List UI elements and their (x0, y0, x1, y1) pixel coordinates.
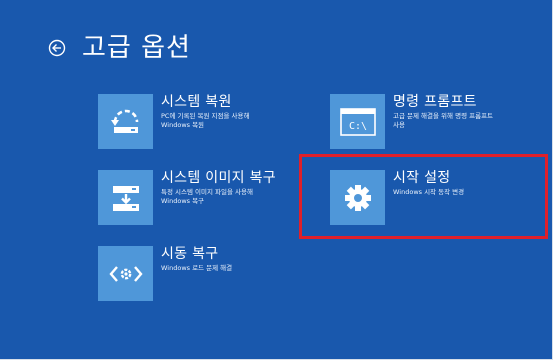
option-title: 시작 설정 (393, 170, 451, 186)
system-restore-icon (110, 109, 138, 133)
option-text: 시스템 복원 PC에 기록된 복원 지점을 사용해 Windows 복원 (161, 94, 279, 130)
option-description-line: PC에 기록된 복원 지점을 사용해 (161, 112, 250, 120)
option-tile (98, 246, 153, 301)
option-text: 명령 프롬프트 고급 문제 해결을 위해 명령 프롬프트 사용 (393, 94, 511, 130)
option-description-line: Windows 복구 (161, 197, 205, 205)
option-tile: C:\ (330, 94, 385, 149)
option-description-line: 특정 시스템 이미지 파일을 사용해 (161, 188, 253, 196)
option-description-line: Windows 복원 (161, 121, 205, 129)
startup-repair-icon (108, 265, 143, 282)
option-description-line: Windows 로드 문제 해결 (161, 264, 233, 272)
option-description-line: 고급 문제 해결을 위해 명령 프롬프트 (393, 112, 494, 120)
option-title: 시스템 복원 (161, 94, 232, 110)
option-description: 특정 시스템 이미지 파일을 사용해 Windows 복구 (161, 188, 279, 206)
option-system-image-recovery[interactable]: 시스템 이미지 복구 특정 시스템 이미지 파일을 사용해 Windows 복구 (98, 170, 279, 225)
option-description-line: Windows 시작 동작 변경 (393, 188, 465, 196)
header: 고급 옵션 (48, 30, 191, 66)
option-title: 시스템 이미지 복구 (161, 170, 276, 186)
option-description-line: 사용 (393, 121, 405, 129)
command-prompt-icon: C:\ (339, 107, 376, 136)
option-tile (330, 170, 385, 225)
command-prompt-icon-text: C:\ (348, 121, 366, 132)
back-button[interactable] (48, 39, 66, 57)
option-description: Windows 시작 동작 변경 (393, 188, 511, 197)
option-description: PC에 기록된 복원 지점을 사용해 Windows 복원 (161, 112, 279, 130)
option-command-prompt[interactable]: C:\ 명령 프롬프트 고급 문제 해결을 위해 명령 프롬프트 사용 (330, 94, 511, 149)
back-arrow-icon (48, 39, 66, 57)
option-tile (98, 94, 153, 149)
option-description: 고급 문제 해결을 위해 명령 프롬프트 사용 (393, 112, 511, 130)
option-text: 시스템 이미지 복구 특정 시스템 이미지 파일을 사용해 Windows 복구 (161, 170, 279, 206)
gear-icon (344, 184, 371, 211)
option-tile (98, 170, 153, 225)
option-title: 명령 프롬프트 (393, 94, 477, 110)
option-text: 시동 복구 Windows 로드 문제 해결 (161, 246, 279, 273)
option-startup-settings[interactable]: 시작 설정 Windows 시작 동작 변경 (330, 170, 511, 225)
option-startup-repair[interactable]: 시동 복구 Windows 로드 문제 해결 (98, 246, 279, 301)
option-system-restore[interactable]: 시스템 복원 PC에 기록된 복원 지점을 사용해 Windows 복원 (98, 94, 279, 149)
option-description: Windows 로드 문제 해결 (161, 264, 279, 273)
option-title: 시동 복구 (161, 246, 219, 262)
system-image-icon (112, 185, 139, 211)
page-title: 고급 옵션 (82, 33, 191, 63)
option-text: 시작 설정 Windows 시작 동작 변경 (393, 170, 511, 197)
recovery-screen: 고급 옵션 시스템 복원 PC에 기록된 복원 지점을 사용해 Windows … (0, 0, 553, 360)
